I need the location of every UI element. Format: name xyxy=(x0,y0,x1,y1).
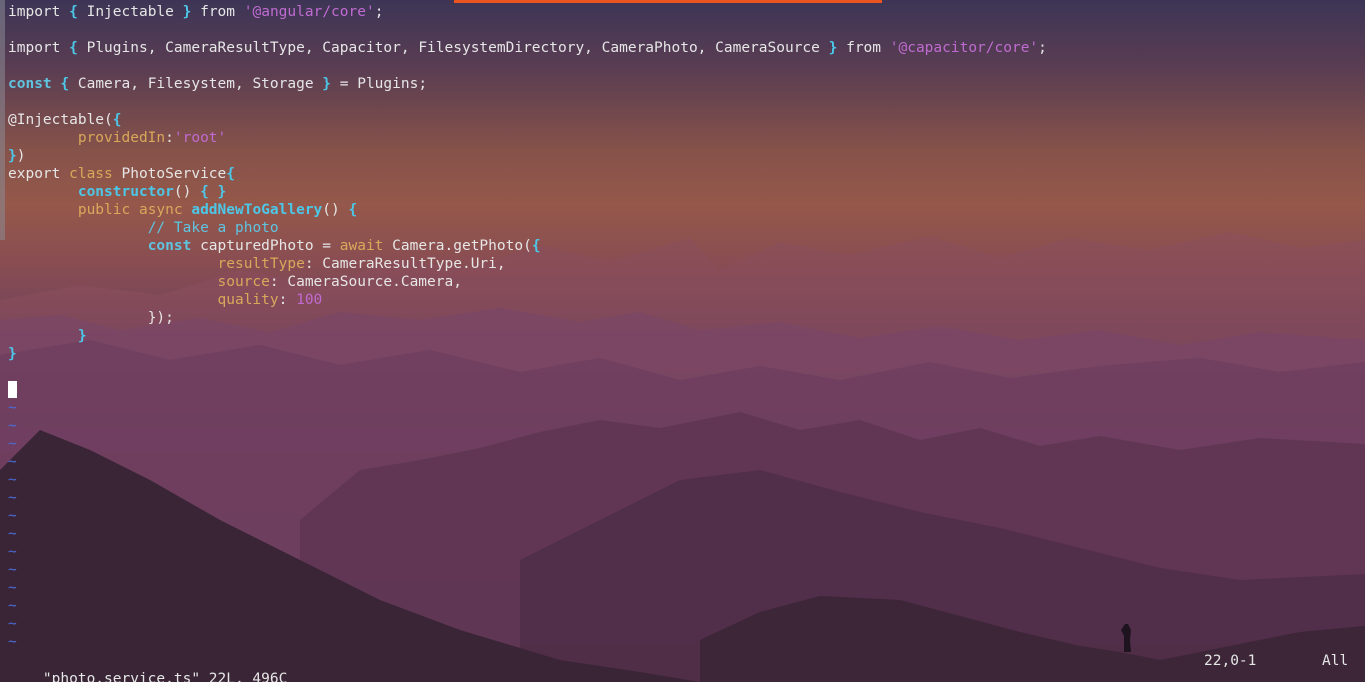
empty-line-marker: ~ xyxy=(8,598,17,614)
empty-line-marker: ~ xyxy=(8,508,17,524)
vim-editor-buffer[interactable]: import { Injectable } from '@angular/cor… xyxy=(8,3,1365,651)
code-line-13: // Take a photo xyxy=(147,220,279,236)
empty-line-marker: ~ xyxy=(8,562,17,578)
code-line-5: const { Camera, Filesystem, Storage } = … xyxy=(8,76,428,92)
scrollbar[interactable] xyxy=(0,0,5,240)
code-line-19: } xyxy=(77,328,87,344)
vim-status-line: "photo.service.ts" 22L, 496C 22,0-1 All xyxy=(8,652,1358,682)
file-info: "photo.service.ts" 22L, 496C xyxy=(42,671,288,682)
empty-line-marker: ~ xyxy=(8,616,17,632)
code-line-15: resultType: CameraResultType.Uri, xyxy=(217,256,506,272)
code-line-3: import { Plugins, CameraResultType, Capa… xyxy=(8,40,1047,56)
empty-line-marker: ~ xyxy=(8,526,17,542)
empty-line-marker: ~ xyxy=(8,544,17,560)
empty-line-marker: ~ xyxy=(8,580,17,596)
empty-line-marker: ~ xyxy=(8,490,17,506)
code-line-14: const capturedPhoto = await Camera.getPh… xyxy=(147,238,541,254)
code-line-10: export class PhotoService{ xyxy=(8,166,235,182)
code-line-22 xyxy=(8,381,1365,399)
scroll-scope: All xyxy=(1322,653,1349,669)
terminal-window: import { Injectable } from '@angular/cor… xyxy=(0,0,1365,682)
code-line-11: constructor() { } xyxy=(77,184,227,200)
empty-line-marker: ~ xyxy=(8,454,17,470)
cursor-position: 22,0-1 xyxy=(1204,653,1257,669)
code-line-12: public async addNewToGallery() { xyxy=(77,202,358,218)
empty-line-marker: ~ xyxy=(8,436,17,452)
empty-line-marker: ~ xyxy=(8,418,17,434)
code-line-8: providedIn:'root' xyxy=(77,130,227,146)
code-line-16: source: CameraSource.Camera, xyxy=(217,274,462,290)
code-line-1: import { Injectable } from '@angular/cor… xyxy=(8,4,384,20)
empty-line-marker: ~ xyxy=(8,472,17,488)
code-line-9: }) xyxy=(8,148,26,164)
code-line-20: } xyxy=(8,346,17,362)
empty-line-marker: ~ xyxy=(8,634,17,650)
code-line-7: @Injectable({ xyxy=(8,112,122,128)
code-line-18: }); xyxy=(147,310,174,326)
empty-line-marker: ~ xyxy=(8,400,17,416)
text-cursor xyxy=(8,381,17,398)
code-line-17: quality: 100 xyxy=(217,292,323,308)
